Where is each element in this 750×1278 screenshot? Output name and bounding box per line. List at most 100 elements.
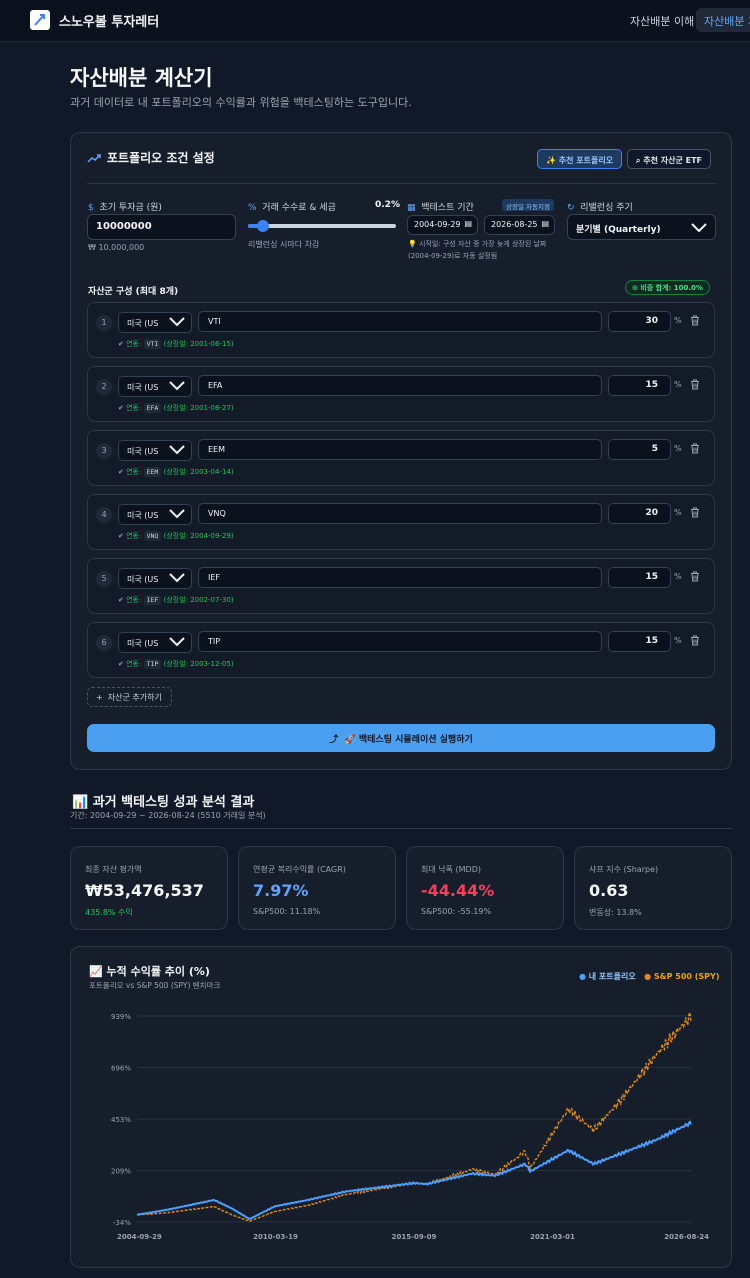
- percent-unit: %: [674, 316, 682, 325]
- weight-input[interactable]: 5: [608, 439, 671, 460]
- end-date-input[interactable]: 2026-08-25 ▤: [484, 215, 555, 235]
- asset-index: 2: [96, 379, 112, 395]
- metric-card: 샤프 지수 (Sharpe) 0.63 변동성: 13.8%: [574, 846, 732, 930]
- trash-icon[interactable]: [690, 571, 700, 582]
- page-subtitle: 과거 데이터로 내 포트폴리오의 수익률과 위험을 백테스팅하는 도구입니다.: [70, 96, 412, 109]
- metric-value: 0.63: [589, 881, 629, 900]
- ticker-input[interactable]: VNQ: [198, 503, 602, 524]
- cumulative-return-chart-card: 📈 누적 수익률 추이 (%) 포트폴리오 vs S&P 500 (SPY) 벤…: [70, 946, 732, 1268]
- results-title: 📊 과거 백테스팅 성과 분석 결과: [72, 795, 255, 810]
- check-icon: ✔: [118, 532, 124, 540]
- chevron-down-icon: [169, 637, 185, 647]
- metric-label: 샤프 지수 (Sharpe): [589, 865, 659, 874]
- check-icon: ✔: [118, 660, 124, 668]
- trash-icon[interactable]: [690, 507, 700, 518]
- initial-investment-hint: ₩ 10,000,000: [88, 243, 145, 252]
- dollar-icon: $: [88, 203, 94, 213]
- run-backtest-button[interactable]: ⤴ 🚀 백테스팅 시뮬레이션 실행하기: [87, 724, 715, 752]
- listing-date: 2003-12-05: [190, 660, 231, 668]
- ticker-code: EEM: [143, 467, 162, 477]
- lightbulb-icon: 💡: [408, 240, 417, 248]
- country-select[interactable]: 미국 (US: [118, 312, 192, 333]
- metric-sub: 변동성: 13.8%: [589, 908, 642, 917]
- ticker-code: VNQ: [143, 531, 162, 541]
- weight-total-badge: ⊙ 비중 합계: 100.0%: [625, 280, 710, 295]
- asset-index: 3: [96, 443, 112, 459]
- nav-asset-allocation-calculator[interactable]: 자산배분 계: [696, 8, 750, 32]
- weight-input[interactable]: 20: [608, 503, 671, 524]
- chevron-down-icon: [169, 445, 185, 455]
- trash-icon[interactable]: [690, 315, 700, 326]
- initial-investment-input[interactable]: 10000000: [87, 214, 236, 240]
- calendar-icon: ▤: [541, 219, 549, 228]
- period-hint-2: (2004-09-29)로 자동 설정됨: [408, 252, 498, 260]
- plus-icon: +: [96, 693, 103, 702]
- recommend-etf-button[interactable]: ⌕ 추천 자산군 ETF: [627, 149, 712, 169]
- ticker-input[interactable]: EFA: [198, 375, 602, 396]
- trash-icon[interactable]: [690, 443, 700, 454]
- country-select[interactable]: 미국 (US: [118, 632, 192, 653]
- ticker-input[interactable]: IEF: [198, 567, 602, 588]
- divider: [70, 828, 732, 829]
- ticker-code: IEF: [143, 595, 162, 605]
- y-tick-label: 453%: [111, 1116, 131, 1124]
- recommend-portfolio-button[interactable]: ✨ 추천 포트폴리오: [537, 149, 623, 169]
- initial-investment-label: $ 초기 투자금 (원): [88, 203, 162, 213]
- weight-input[interactable]: 30: [608, 311, 671, 332]
- logo-icon: [30, 10, 50, 30]
- add-asset-button[interactable]: + 자산군 추가하기: [87, 687, 172, 707]
- check-icon: ✔: [118, 340, 124, 348]
- country-select[interactable]: 미국 (US: [118, 568, 192, 589]
- weight-input[interactable]: 15: [608, 631, 671, 652]
- weight-input[interactable]: 15: [608, 567, 671, 588]
- country-select[interactable]: 미국 (US: [118, 440, 192, 461]
- chevron-down-icon: [169, 509, 185, 519]
- listing-date: 2003-04-14: [190, 468, 231, 476]
- fee-value: 0.2%: [375, 200, 400, 210]
- trash-icon[interactable]: [690, 635, 700, 646]
- listing-date: 2001-06-15: [190, 340, 231, 348]
- asset-row: 6 미국 (US TIP 15% ✔ 연동: TIP (상장일: 2003-12-05): [87, 622, 715, 678]
- check-icon: ✔: [118, 404, 124, 412]
- listing-date: 2001-08-27: [190, 404, 231, 412]
- spy-line: [136, 1009, 692, 1223]
- y-tick-label: 209%: [111, 1168, 131, 1176]
- percent-icon: %: [248, 203, 257, 213]
- top-navbar: 스노우볼 투자레터 자산배분 이해 자산배분 계: [0, 0, 750, 42]
- trash-icon[interactable]: [690, 379, 700, 390]
- chevron-down-icon: [169, 381, 185, 391]
- period-hint: 💡 시작일: 구성 자산 중 가장 늦게 상장된 날짜: [408, 240, 547, 248]
- asset-index: 5: [96, 571, 112, 587]
- calendar-icon: ▤: [464, 219, 472, 228]
- y-tick-label: 939%: [111, 1013, 131, 1021]
- ticker-input[interactable]: VTI: [198, 311, 602, 332]
- x-tick-label: 2015-09-09: [392, 1233, 437, 1241]
- start-date-input[interactable]: 2004-09-29 ▤: [407, 215, 478, 235]
- trending-up-icon: [87, 154, 101, 163]
- fee-slider-thumb[interactable]: [256, 220, 269, 232]
- x-tick-label: 2004-09-29: [117, 1233, 162, 1241]
- asset-row: 3 미국 (US EEM 5% ✔ 연동: EEM (상장일: 2003-04-14): [87, 430, 715, 486]
- check-icon: ✔: [118, 468, 124, 476]
- chevron-down-icon: [169, 317, 185, 327]
- check-circle-icon: ⊙: [632, 284, 638, 292]
- fee-slider-track[interactable]: [248, 220, 396, 232]
- brand-name[interactable]: 스노우볼 투자레터: [59, 11, 159, 30]
- nav-asset-allocation-guide[interactable]: 자산배분 이해: [630, 13, 694, 29]
- percent-unit: %: [674, 636, 682, 645]
- chevron-down-icon: [691, 223, 707, 232]
- x-tick-label: 2010-03-19: [253, 1233, 298, 1241]
- ticker-input[interactable]: TIP: [198, 631, 602, 652]
- asset-row: 1 미국 (US VTI 30% ✔ 연동: VTI (상장일: 2001-06-15): [87, 302, 715, 358]
- metric-sub: S&P500: -55.19%: [421, 907, 492, 916]
- country-select[interactable]: 미국 (US: [118, 504, 192, 525]
- ticker-input[interactable]: EEM: [198, 439, 602, 460]
- x-tick-label: 2021-03-01: [530, 1233, 575, 1241]
- cumulative-return-chart: 939% 696% 453% 209% -34% 2004-09-29 2010-03-19…: [111, 1009, 709, 1241]
- ticker-code: EFA: [143, 403, 162, 413]
- y-tick-label: -34%: [113, 1219, 131, 1227]
- weight-input[interactable]: 15: [608, 375, 671, 396]
- ticker-code: VTI: [143, 339, 162, 349]
- country-select[interactable]: 미국 (US: [118, 376, 192, 397]
- rebalance-select[interactable]: 분기별 (Quarterly): [567, 214, 716, 240]
